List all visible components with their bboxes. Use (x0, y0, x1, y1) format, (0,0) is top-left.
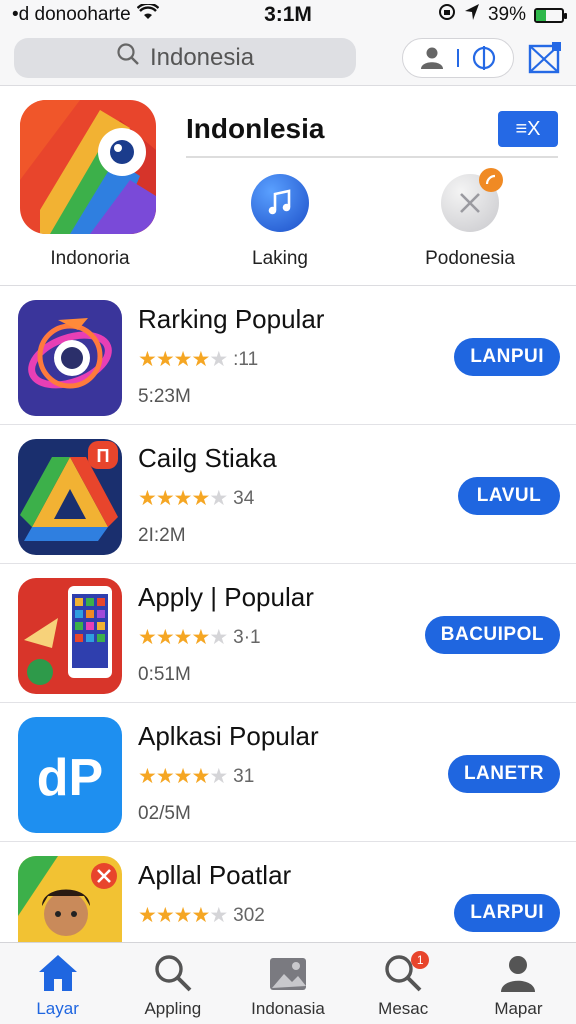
app-list: Rarking Popular ★★★★★ :11 5:23M LANPUI Π… (0, 286, 576, 981)
star-rating: ★★★★★ (138, 765, 228, 788)
app-name: Apply | Popular (138, 582, 314, 612)
app-name: Rarking Popular (138, 304, 325, 334)
star-rating: ★★★★★ (138, 626, 228, 649)
rating-count: :11 (233, 348, 259, 370)
tab-label: Appling (144, 999, 202, 1018)
compass-icon[interactable] (471, 45, 497, 71)
featured-main-app[interactable]: Indonoria (20, 100, 160, 270)
app-size: 0:51M (138, 664, 191, 685)
tab-layar[interactable]: Layar (0, 943, 115, 1024)
tab-mesac[interactable]: 1 Mesac (346, 943, 461, 1024)
search-input[interactable]: Indonesia (14, 37, 356, 78)
app-icon-phone[interactable] (18, 578, 122, 694)
svg-text:dP: dP (37, 749, 103, 807)
lock-rotation-icon (438, 3, 456, 27)
battery-percent: 39% (487, 4, 526, 25)
share-mail-icon[interactable] (528, 41, 562, 75)
rating-count: 34 (233, 487, 255, 509)
account-pill[interactable] (402, 37, 514, 78)
status-carrier: •d donooharte (12, 2, 159, 26)
featured-app-icon[interactable] (20, 100, 156, 234)
search-icon (116, 42, 140, 73)
notification-badge (479, 168, 503, 192)
search-icon (153, 951, 193, 995)
tab-label: Mapar (494, 999, 543, 1018)
app-icon-dp[interactable]: dP (18, 717, 122, 833)
app-size: 2I:2M (138, 525, 186, 546)
app-name: Cailg Stiaka (138, 443, 277, 473)
featured-sub-label: Podonesia (425, 248, 515, 269)
get-button[interactable]: BACUIPOL (424, 616, 560, 654)
star-rating: ★★★★★ (138, 487, 228, 510)
featured-title: Indonlesia (186, 113, 325, 144)
wifi-icon (136, 2, 159, 26)
tab-label: Layar (36, 999, 79, 1018)
account-icon[interactable] (419, 46, 445, 70)
top-actions (402, 37, 562, 78)
tab-indonasia[interactable]: Indonasia (230, 943, 345, 1024)
rating-count: 302 (233, 904, 265, 926)
tab-appling[interactable]: Appling (115, 943, 230, 1024)
tab-badge: 1 (411, 951, 430, 969)
divider (457, 48, 459, 67)
tab-label: Mesac (378, 999, 429, 1018)
featured-sub-app-podonesia[interactable]: Podonesia (390, 168, 550, 270)
tab-bar: Layar Appling Indonasia 1 Mesac Mapar (0, 942, 576, 1024)
featured-header: Indonlesia ≡X (186, 102, 558, 158)
battery-level (536, 9, 547, 21)
search-badge-icon: 1 (383, 951, 430, 995)
get-button[interactable]: LANETR (447, 755, 560, 793)
get-button[interactable]: LARPUI (454, 894, 560, 932)
image-icon (268, 951, 308, 995)
x-icon[interactable] (441, 168, 503, 232)
close-button[interactable]: ≡X (498, 111, 558, 147)
person-icon (498, 951, 538, 995)
search-placeholder: Indonesia (149, 43, 255, 71)
app-name: Aplkasi Popular (138, 721, 319, 751)
featured-main-label: Indonoria (50, 248, 130, 269)
rating-count: 31 (233, 765, 255, 787)
star-rating: ★★★★★ (138, 904, 228, 927)
battery-icon (534, 7, 567, 23)
get-button[interactable]: LAVUL (458, 477, 560, 515)
list-item[interactable]: dP Aplkasi Popular ★★★★★ 31 02/5M LANETR (0, 703, 576, 842)
app-name: Apllal Poatlar (138, 860, 292, 890)
list-item[interactable]: Apply | Popular ★★★★★ 3·1 0:51M BACUIPOL (0, 564, 576, 703)
music-note-icon[interactable] (251, 174, 309, 232)
tab-label: Indonasia (251, 999, 325, 1018)
star-rating: ★★★★★ (138, 348, 228, 371)
top-bar: Indonesia (0, 30, 576, 86)
app-icon-drive[interactable]: Π (18, 439, 122, 555)
app-size: 02/5M (138, 803, 191, 824)
svg-text:Π: Π (97, 446, 110, 466)
list-item[interactable]: Rarking Popular ★★★★★ :11 5:23M LANPUI (0, 286, 576, 425)
carrier-label: •d donooharte (12, 4, 131, 25)
app-icon-vortex[interactable] (18, 300, 122, 416)
app-size: 5:23M (138, 386, 191, 407)
status-right: 39% (438, 3, 567, 27)
get-button[interactable]: LANPUI (454, 338, 560, 376)
featured-section: Indonoria Indonlesia ≡X Laking Podonesia (0, 86, 576, 286)
featured-sub-app-music[interactable]: Laking (200, 174, 360, 270)
status-bar: •d donooharte 3:1M 39% (0, 0, 576, 30)
rating-count: 3·1 (233, 626, 261, 648)
featured-sub-label: Laking (252, 248, 308, 269)
tab-mapar[interactable]: Mapar (461, 943, 576, 1024)
list-item[interactable]: Π Cailg Stiaka ★★★★★ 34 2I:2M LAVUL (0, 425, 576, 564)
home-icon (37, 951, 79, 995)
location-icon (464, 3, 480, 27)
